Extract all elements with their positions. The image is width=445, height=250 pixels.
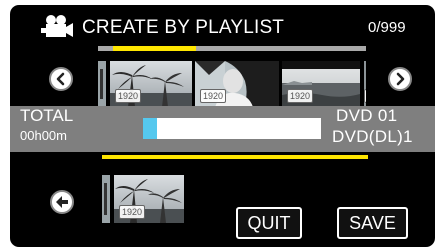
resolution-badge: 1920 [200,89,227,103]
scene-thumbnail[interactable]: 1920 [110,61,192,107]
total-time: 00h00m [20,128,67,143]
arrow-left-icon [56,196,68,208]
resolution-badge: 1920 [287,89,314,103]
dvd-dl-disc-count: DVD(DL)1 [332,127,413,146]
chevron-left-icon [56,72,65,86]
save-button[interactable]: SAVE [337,207,408,239]
scene-thumbnail[interactable]: 1920 [282,61,360,107]
playlist-thumbnail-partial[interactable] [102,175,110,223]
playlist-thumbnail-strip: 1920 [102,175,184,223]
scene-thumbnail-partial-right[interactable]: 1 [364,61,366,107]
playlist-thumbnail[interactable]: 1920 [114,175,184,223]
resolution-badge: 1920 [119,205,146,219]
chevron-right-icon [396,72,405,86]
playlist-divider [102,155,368,159]
scene-thumbnail[interactable]: 1920 [195,61,279,107]
total-label: TOTAL [20,106,74,125]
screen-title: CREATE BY PLAYLIST [82,17,285,38]
previous-scenes-button[interactable] [49,67,73,91]
disc-usage-meter [143,118,321,139]
resolution-badge-partial: 1 [364,89,366,103]
scene-scroll-position [113,46,196,51]
remove-scene-button[interactable] [50,190,74,214]
disc-usage-fill [143,118,157,139]
scene-thumbnail-partial-left[interactable] [98,61,106,107]
camera-screen: CREATE BY PLAYLIST 0/999 1920 1920 1920 … [10,5,435,247]
dvd-disc-count: DVD 01 [336,106,398,125]
resolution-badge: 1920 [115,89,142,103]
scene-thumbnail-strip: 1920 1920 1920 [98,61,366,107]
quit-button[interactable]: QUIT [236,207,302,239]
movie-camera-icon [41,15,73,37]
scene-counter: 0/999 [368,19,406,36]
next-scenes-button[interactable] [388,67,412,91]
